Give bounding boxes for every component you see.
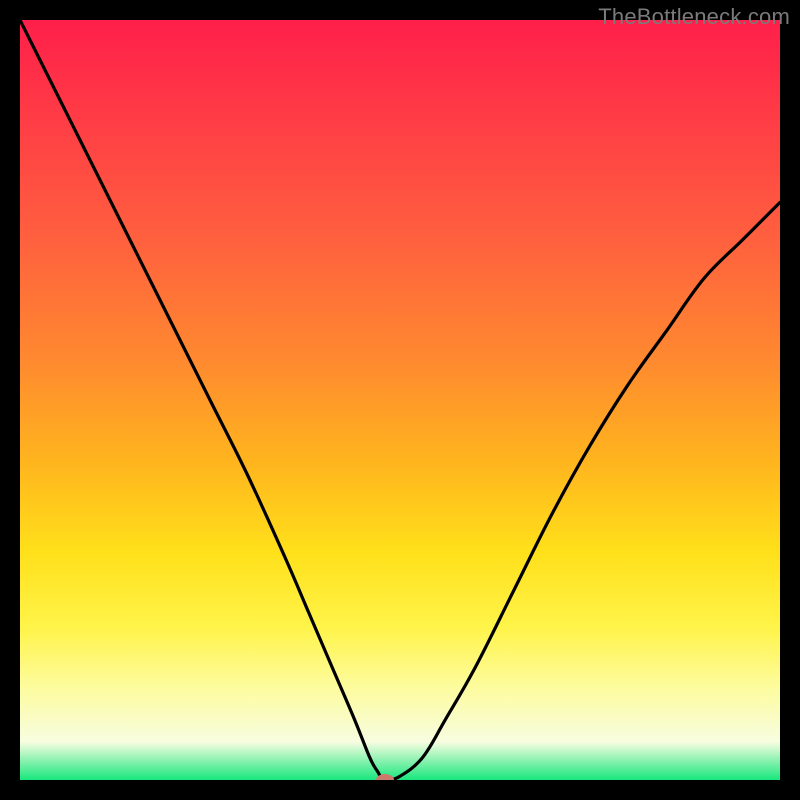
bottleneck-curve [20,20,780,780]
plot-area [20,20,780,780]
optimum-marker [376,774,394,780]
chart-frame: TheBottleneck.com [0,0,800,800]
watermark-text: TheBottleneck.com [598,4,790,30]
